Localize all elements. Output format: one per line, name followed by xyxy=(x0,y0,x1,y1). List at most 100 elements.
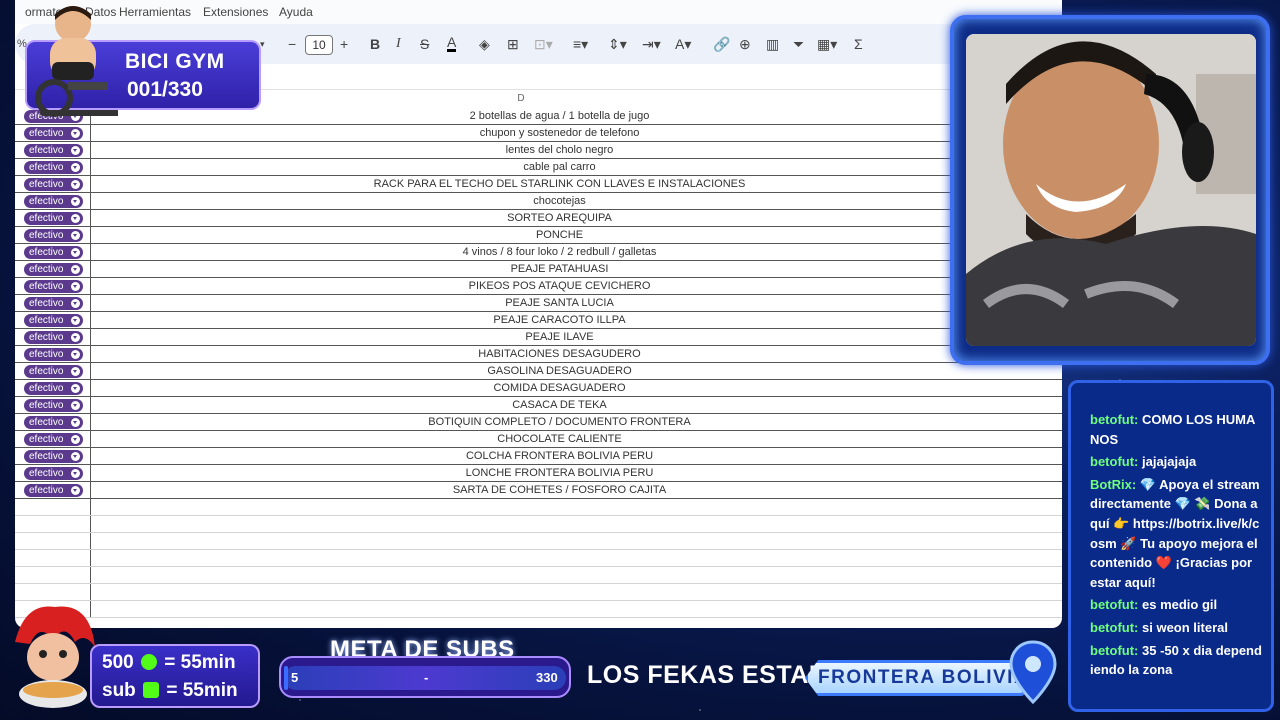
chip-dropdown-icon[interactable] xyxy=(71,367,80,376)
status-cell[interactable]: efectivo xyxy=(15,227,91,243)
align-icon[interactable]: ≡▾ xyxy=(573,36,588,52)
item-cell[interactable]: CHOCOLATE CALIENTE xyxy=(91,431,1062,447)
filter-icon[interactable]: ⏷ xyxy=(793,36,804,52)
status-cell[interactable]: efectivo xyxy=(15,329,91,345)
chip-dropdown-icon[interactable] xyxy=(71,282,80,291)
chip-dropdown-icon[interactable] xyxy=(71,350,80,359)
item-cell[interactable]: PEAJE ILAVE xyxy=(91,329,1062,345)
chip-dropdown-icon[interactable] xyxy=(71,214,80,223)
text-color-icon[interactable]: A xyxy=(447,35,457,52)
item-cell[interactable]: PEAJE CARACOTO ILLPA xyxy=(91,312,1062,328)
chip-dropdown-icon[interactable] xyxy=(71,299,80,308)
status-chip[interactable]: efectivo xyxy=(24,382,83,395)
chip-dropdown-icon[interactable] xyxy=(71,401,80,410)
status-cell[interactable]: efectivo xyxy=(15,482,91,498)
item-cell[interactable]: BOTIQUIN COMPLETO / DOCUMENTO FRONTERA xyxy=(91,414,1062,430)
status-chip[interactable]: efectivo xyxy=(24,450,83,463)
chip-dropdown-icon[interactable] xyxy=(71,384,80,393)
status-chip[interactable]: efectivo xyxy=(24,416,83,429)
status-chip[interactable]: efectivo xyxy=(24,280,83,293)
strikethrough-icon[interactable]: S xyxy=(420,36,429,52)
status-cell[interactable]: efectivo xyxy=(15,142,91,158)
status-cell[interactable]: efectivo xyxy=(15,210,91,226)
item-cell[interactable]: 2 botellas de agua / 1 botella de jugo xyxy=(91,108,1062,124)
item-cell[interactable]: RACK PARA EL TECHO DEL STARLINK CON LLAV… xyxy=(91,176,1062,192)
increase-font-icon[interactable]: + xyxy=(340,36,348,52)
item-cell[interactable]: LONCHE FRONTERA BOLIVIA PERU xyxy=(91,465,1062,481)
status-chip[interactable]: efectivo xyxy=(24,467,83,480)
link-icon[interactable]: 🔗 xyxy=(713,36,730,52)
status-cell[interactable]: efectivo xyxy=(15,448,91,464)
status-chip[interactable]: efectivo xyxy=(24,161,83,174)
status-chip[interactable]: efectivo xyxy=(24,314,83,327)
item-cell[interactable]: lentes del cholo negro xyxy=(91,142,1062,158)
bold-icon[interactable]: B xyxy=(370,36,380,52)
status-chip[interactable]: efectivo xyxy=(24,178,83,191)
status-cell[interactable]: efectivo xyxy=(15,312,91,328)
status-chip[interactable]: efectivo xyxy=(24,246,83,259)
item-cell[interactable]: chupon y sostenedor de telefono xyxy=(91,125,1062,141)
status-cell[interactable]: efectivo xyxy=(15,244,91,260)
item-cell[interactable]: COMIDA DESAGUADERO xyxy=(91,380,1062,396)
menu-herramientas[interactable]: Herramientas xyxy=(119,5,191,19)
chip-dropdown-icon[interactable] xyxy=(71,265,80,274)
status-cell[interactable]: efectivo xyxy=(15,397,91,413)
chip-dropdown-icon[interactable] xyxy=(71,248,80,257)
chart-icon[interactable]: ▥ xyxy=(766,36,779,52)
status-chip[interactable]: efectivo xyxy=(24,297,83,310)
chip-dropdown-icon[interactable] xyxy=(71,486,80,495)
item-cell[interactable]: SARTA DE COHETES / FOSFORO CAJITA xyxy=(91,482,1062,498)
chip-dropdown-icon[interactable] xyxy=(71,231,80,240)
chip-dropdown-icon[interactable] xyxy=(71,197,80,206)
empty-cell[interactable] xyxy=(15,499,91,515)
item-cell[interactable]: SORTEO AREQUIPA xyxy=(91,210,1062,226)
chip-dropdown-icon[interactable] xyxy=(71,418,80,427)
item-cell[interactable]: CASACA DE TEKA xyxy=(91,397,1062,413)
valign-icon[interactable]: ⇕▾ xyxy=(608,36,627,52)
status-cell[interactable]: efectivo xyxy=(15,278,91,294)
status-chip[interactable]: efectivo xyxy=(24,331,83,344)
status-cell[interactable]: efectivo xyxy=(15,380,91,396)
status-chip[interactable]: efectivo xyxy=(24,365,83,378)
item-cell[interactable]: cable pal carro xyxy=(91,159,1062,175)
chip-dropdown-icon[interactable] xyxy=(71,469,80,478)
menu-extensiones[interactable]: Extensiones xyxy=(203,5,268,19)
item-cell[interactable]: PEAJE PATAHUASI xyxy=(91,261,1062,277)
merge-icon[interactable]: ⊡▾ xyxy=(534,36,553,52)
status-cell[interactable]: efectivo xyxy=(15,295,91,311)
decrease-font-icon[interactable]: − xyxy=(288,36,296,52)
empty-cell[interactable] xyxy=(15,584,91,600)
item-cell[interactable]: PONCHE xyxy=(91,227,1062,243)
status-cell[interactable]: efectivo xyxy=(15,346,91,362)
status-chip[interactable]: efectivo xyxy=(24,399,83,412)
item-cell[interactable]: PIKEOS POS ATAQUE CEVICHERO xyxy=(91,278,1062,294)
empty-cell[interactable] xyxy=(15,567,91,583)
empty-cell[interactable] xyxy=(15,516,91,532)
item-cell[interactable]: 4 vinos / 8 four loko / 2 redbull / gall… xyxy=(91,244,1062,260)
chip-dropdown-icon[interactable] xyxy=(71,146,80,155)
status-cell[interactable]: efectivo xyxy=(15,125,91,141)
chip-dropdown-icon[interactable] xyxy=(71,435,80,444)
status-cell[interactable]: efectivo xyxy=(15,176,91,192)
rotate-icon[interactable]: A▾ xyxy=(675,36,691,52)
status-chip[interactable]: efectivo xyxy=(24,144,83,157)
status-chip[interactable]: efectivo xyxy=(24,195,83,208)
menu-ayuda[interactable]: Ayuda xyxy=(279,5,313,19)
status-cell[interactable]: efectivo xyxy=(15,159,91,175)
status-cell[interactable]: efectivo xyxy=(15,193,91,209)
wrap-icon[interactable]: ⇥▾ xyxy=(642,36,661,52)
status-chip[interactable]: efectivo xyxy=(24,263,83,276)
chip-dropdown-icon[interactable] xyxy=(71,163,80,172)
chip-dropdown-icon[interactable] xyxy=(71,333,80,342)
status-chip[interactable]: efectivo xyxy=(24,212,83,225)
chip-dropdown-icon[interactable] xyxy=(71,180,80,189)
chip-dropdown-icon[interactable] xyxy=(71,129,80,138)
item-cell[interactable]: COLCHA FRONTERA BOLIVIA PERU xyxy=(91,448,1062,464)
fill-color-icon[interactable]: ◈ xyxy=(479,36,490,52)
status-chip[interactable]: efectivo xyxy=(24,484,83,497)
chip-dropdown-icon[interactable] xyxy=(71,452,80,461)
status-chip[interactable]: efectivo xyxy=(24,348,83,361)
italic-icon[interactable]: I xyxy=(396,36,401,52)
chip-dropdown-icon[interactable] xyxy=(71,316,80,325)
font-size-input[interactable]: 10 xyxy=(305,35,333,55)
